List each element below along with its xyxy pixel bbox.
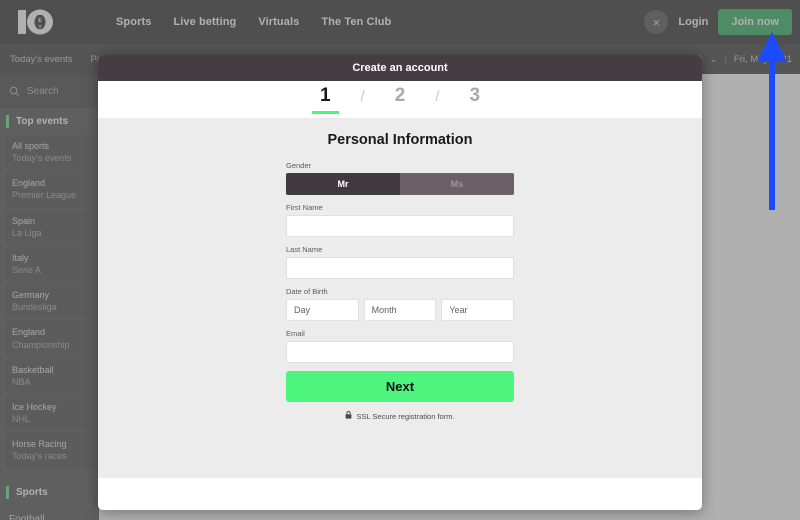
modal-title: Create an account xyxy=(98,55,702,81)
annotation-arrow-icon xyxy=(756,30,788,210)
gender-option-mr[interactable]: Mr xyxy=(286,173,400,195)
step-2[interactable]: 2 xyxy=(381,85,420,114)
step-indicator: 1 / 2 / 3 xyxy=(98,81,702,118)
first-name-label: First Name xyxy=(286,203,514,212)
first-name-input[interactable] xyxy=(286,215,514,237)
registration-form: Personal Information Gender Mr Ms First … xyxy=(286,132,514,421)
first-name-field-group: First Name xyxy=(286,203,514,237)
modal-body: Personal Information Gender Mr Ms First … xyxy=(98,118,702,478)
step-3[interactable]: 3 xyxy=(455,85,494,114)
create-account-modal: Create an account 1 / 2 / 3 Personal Inf… xyxy=(98,55,702,510)
date-of-birth-field-group: Date of Birth Day Month Year xyxy=(286,287,514,321)
gender-label: Gender xyxy=(286,161,514,170)
email-input[interactable] xyxy=(286,341,514,363)
date-of-birth-label: Date of Birth xyxy=(286,287,514,296)
ssl-notice: SSL Secure registration form. xyxy=(286,411,514,421)
gender-option-ms[interactable]: Ms xyxy=(400,173,514,195)
modal-footer xyxy=(98,478,702,510)
step-separator: / xyxy=(435,88,439,111)
next-button[interactable]: Next xyxy=(286,371,514,402)
last-name-label: Last Name xyxy=(286,245,514,254)
ssl-text: SSL Secure registration form. xyxy=(356,412,454,421)
email-label: Email xyxy=(286,329,514,338)
last-name-field-group: Last Name xyxy=(286,245,514,279)
email-field-group: Email xyxy=(286,329,514,363)
dob-year-input[interactable]: Year xyxy=(441,299,514,321)
page-root: B E T Sports Live betting Virtuals The T… xyxy=(0,0,800,520)
last-name-input[interactable] xyxy=(286,257,514,279)
dob-day-input[interactable]: Day xyxy=(286,299,359,321)
dob-month-input[interactable]: Month xyxy=(364,299,437,321)
gender-field-group: Gender Mr Ms xyxy=(286,161,514,195)
step-1[interactable]: 1 xyxy=(306,85,345,114)
gender-toggle: Mr Ms xyxy=(286,173,514,195)
lock-icon xyxy=(345,411,352,421)
step-separator: / xyxy=(361,88,365,111)
date-of-birth-inputs: Day Month Year xyxy=(286,299,514,321)
form-heading: Personal Information xyxy=(286,132,514,148)
